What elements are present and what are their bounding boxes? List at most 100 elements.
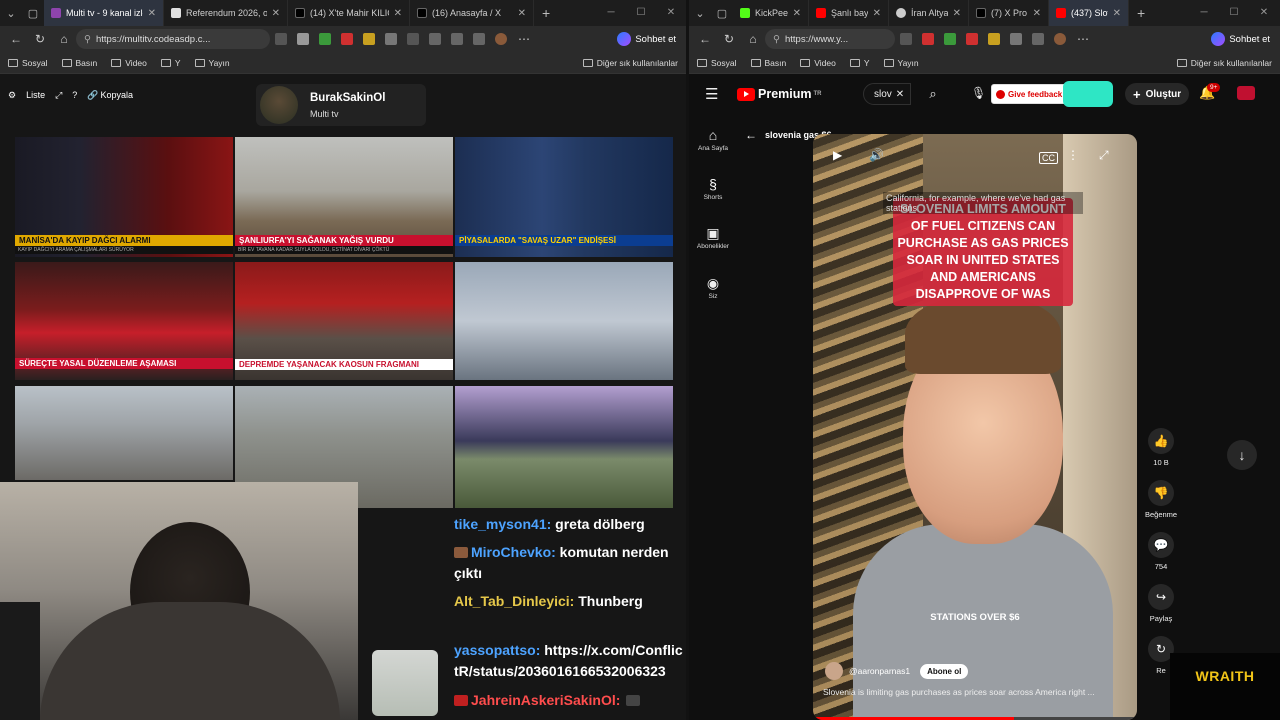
channel-profile-card[interactable]: BurakSakinOl Multi tv	[256, 84, 426, 126]
new-tab-button[interactable]: +	[534, 5, 558, 21]
extension-icon[interactable]	[429, 33, 441, 45]
help-icon[interactable]: ?	[72, 90, 77, 100]
close-icon[interactable]: ✕	[1113, 8, 1121, 19]
more-icon[interactable]: ⋯	[512, 32, 536, 46]
tab-x-home[interactable]: (16) Anasayfa / X ✕	[410, 0, 534, 26]
new-tab-button[interactable]: +	[1129, 5, 1153, 21]
tab-x-mahir[interactable]: (14) X'te Mahir KILIÇ: "C ✕	[288, 0, 410, 26]
video-tile-3[interactable]: PİYASALARDA "SAVAŞ UZAR" ENDİŞESİ	[455, 137, 673, 257]
bookmark-folder[interactable]: Basın	[61, 58, 97, 68]
extension-icon[interactable]	[988, 33, 1000, 45]
extension-icon[interactable]	[1010, 33, 1022, 45]
extension-icon[interactable]	[900, 33, 912, 45]
bookmark-folder[interactable]: Sosyal	[8, 58, 48, 68]
more-icon[interactable]: ⋯	[1071, 32, 1095, 46]
back-icon[interactable]: ←	[693, 32, 717, 46]
tab-iran[interactable]: İran Altyap ✕	[889, 0, 969, 26]
video-tile-1[interactable]: MANİSA'DA KAYIP DAĞCI ALARMI KAYIP DAĞCI…	[15, 137, 233, 257]
search-input[interactable]: slov ✕	[863, 83, 911, 105]
bookmark-folder[interactable]: Basın	[750, 58, 786, 68]
more-vert-icon[interactable]: ⋮	[1067, 148, 1079, 162]
reload-icon[interactable]: ↻	[28, 32, 52, 46]
chat-link[interactable]: https://x.com/Conflic	[540, 642, 682, 658]
back-icon[interactable]: ←	[4, 32, 28, 46]
bookmark-folder[interactable]: Y	[160, 58, 181, 68]
sidebar-item-shorts[interactable]: § Shorts	[689, 176, 737, 201]
webcam-grid-tile[interactable]	[455, 262, 673, 380]
chat-username[interactable]: JahreinAskeriSakinOl:	[471, 692, 620, 708]
url-field[interactable]: ⚲ https://www.y...	[765, 29, 895, 49]
copy-link-icon[interactable]: 🔗	[87, 90, 98, 101]
extension-icon[interactable]	[922, 33, 934, 45]
collections-icon[interactable]	[1032, 33, 1044, 45]
sidebar-item-subscriptions[interactable]: ▣ Abonelikler	[689, 225, 737, 250]
cc-icon[interactable]: CC	[1039, 152, 1058, 164]
chat-button[interactable]: Sohbet et	[1211, 32, 1276, 46]
video-tile-9[interactable]	[455, 386, 673, 508]
chat-link-continued[interactable]: tR/status/2036016166532006323	[454, 663, 666, 679]
chat-username[interactable]: Alt_Tab_Dinleyici:	[454, 593, 574, 609]
close-icon[interactable]: ✕	[1033, 8, 1041, 19]
favorites-icon[interactable]	[451, 33, 463, 45]
create-button[interactable]: + Oluştur	[1125, 83, 1190, 105]
home-icon[interactable]: ⌂	[52, 32, 76, 46]
like-button[interactable]: 👍 10 B	[1145, 428, 1177, 467]
other-bookmarks[interactable]: Diğer sık kullanılanlar	[582, 58, 678, 68]
close-icon[interactable]: ✕	[793, 8, 801, 19]
bookmark-folder[interactable]: Yayın	[883, 58, 919, 68]
list-button[interactable]: Liste	[26, 90, 45, 100]
extension-icon[interactable]	[341, 33, 353, 45]
share-button[interactable]: ↪ Paylaş	[1145, 584, 1177, 623]
clear-search-icon[interactable]: ✕	[896, 89, 904, 100]
tab-youtube[interactable]: (437) Slove ✕	[1049, 0, 1129, 26]
close-icon[interactable]: ✕	[272, 8, 280, 19]
fullscreen-icon[interactable]: ⤢	[55, 90, 62, 101]
bookmark-folder[interactable]: Y	[849, 58, 870, 68]
microphone-icon[interactable]: 🎙	[971, 86, 986, 100]
extension-icon[interactable]	[966, 33, 978, 45]
close-window-button[interactable]: ✕	[656, 0, 686, 26]
maximize-button[interactable]: ☐	[626, 0, 656, 26]
subscribe-button[interactable]: Abone ol	[920, 663, 969, 679]
minimize-button[interactable]: ─	[596, 0, 626, 26]
close-icon[interactable]: ✕	[518, 8, 526, 19]
expand-icon[interactable]: ⤢	[1099, 148, 1109, 163]
volume-icon[interactable]: 🔊	[869, 148, 884, 162]
extension-widget[interactable]	[1063, 81, 1113, 107]
close-icon[interactable]: ✕	[953, 8, 961, 19]
reload-icon[interactable]: ↻	[717, 32, 741, 46]
extension-icon[interactable]	[275, 33, 287, 45]
tab-referendum[interactable]: Referendum 2026, oggi ✕	[164, 0, 288, 26]
url-field[interactable]: ⚲ https://multitv.codeasdp.c...	[76, 29, 270, 49]
profile-avatar[interactable]	[495, 33, 507, 45]
youtube-logo[interactable]: Premium TR	[737, 87, 822, 101]
tab-multitv[interactable]: Multi tv - 9 kanal izlemi ✕	[44, 0, 164, 26]
video-tile-7[interactable]	[15, 386, 233, 480]
extension-icon[interactable]	[944, 33, 956, 45]
bookmark-folder[interactable]: Video	[111, 58, 147, 68]
comments-button[interactable]: 💬 754	[1145, 532, 1177, 571]
tab-list-icon[interactable]: ⌄	[689, 2, 711, 24]
tab-sanli-bayrak[interactable]: Şanlı bayrağ ✕	[809, 0, 889, 26]
bookmark-folder[interactable]: Sosyal	[697, 58, 737, 68]
close-icon[interactable]: ✕	[873, 8, 881, 19]
extension-icon[interactable]	[363, 33, 375, 45]
extension-icon[interactable]	[407, 33, 419, 45]
profile-avatar[interactable]	[1054, 33, 1066, 45]
video-tile-2[interactable]: ŞANLIURFA'YI SAĞANAK YAĞIŞ VURDU BİR EV …	[235, 137, 453, 257]
settings-icon[interactable]: ⚙	[8, 90, 16, 101]
close-window-button[interactable]: ✕	[1249, 0, 1279, 26]
other-bookmarks[interactable]: Diğer sık kullanılanlar	[1176, 58, 1272, 68]
maximize-button[interactable]: ☐	[1219, 0, 1249, 26]
chat-username[interactable]: tike_myson41:	[454, 516, 551, 532]
bookmark-folder[interactable]: Yayın	[194, 58, 230, 68]
site-info-icon[interactable]: ⚲	[84, 34, 91, 45]
extension-icon[interactable]	[319, 33, 331, 45]
collections-icon[interactable]	[473, 33, 485, 45]
home-icon[interactable]: ⌂	[741, 32, 765, 46]
chat-username[interactable]: yassopattso:	[454, 642, 540, 658]
account-avatar[interactable]	[1237, 86, 1255, 100]
extension-icon[interactable]	[385, 33, 397, 45]
tab-kickpeek[interactable]: KickPeek - I ✕	[733, 0, 809, 26]
tab-list-icon[interactable]: ⌄	[0, 2, 22, 24]
